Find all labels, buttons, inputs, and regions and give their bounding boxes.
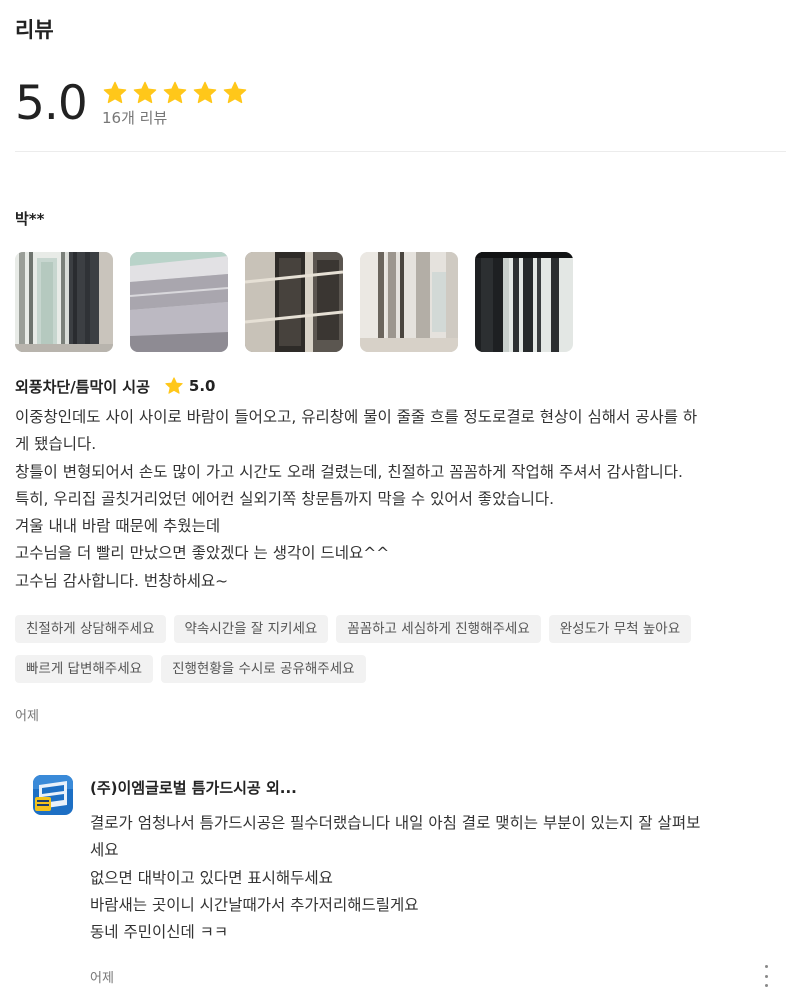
divider [15, 151, 786, 152]
review-tag: 꼼꼼하고 세심하게 진행해주세요 [336, 615, 541, 643]
review-text-line: 겨울 내내 바람 때문에 추웠는데 [15, 517, 221, 536]
more-vertical-icon[interactable] [762, 965, 770, 987]
review-photo[interactable] [15, 252, 113, 352]
review-photo[interactable] [245, 252, 343, 352]
review-text-line: 창틀이 변형되어서 손도 많이 가고 시간도 오래 걸렸는데, 친절하고 꼼꼼하… [15, 462, 683, 481]
review-rating: 5.0 [188, 377, 216, 395]
review-text-line: 고수님을 더 빨리 만났으면 좋았겠다 는 생각이 드네요^^ [15, 544, 390, 563]
review-text-line: 고수님 감사합니다. 번창하세요~ [15, 571, 229, 590]
review-photo[interactable] [475, 252, 573, 352]
reply-text-line: 결로가 엄청나서 틈가드시공은 필수더랬습니다 내일 아침 결로 맺히는 부분이… [90, 814, 701, 832]
review-page: 리뷰 5.0 16개 리뷰 박** 외풍차단/틈막이 시공 5.0 이중창인데도… [0, 0, 801, 992]
review-photo[interactable] [130, 252, 228, 352]
review-tag: 친절하게 상담해주세요 [15, 615, 166, 643]
section-title: 리뷰 [15, 18, 54, 42]
more-dot [764, 965, 768, 968]
pro-avatar[interactable] [33, 775, 73, 815]
star-icon [133, 81, 157, 104]
more-dot [764, 974, 768, 978]
review-text: 이중창인데도 사이 사이로 바람이 들어오고, 유리창에 물이 줄줄 흐를 정도… [15, 404, 785, 595]
service-rating: 외풍차단/틈막이 시공 5.0 [15, 376, 215, 396]
average-score: 5.0 [15, 76, 88, 131]
review-tag: 빠르게 답변해주세요 [15, 655, 154, 683]
star-icon [163, 81, 187, 104]
review-text-line: 특히, 우리집 골칫거리었던 에어컨 실외기쪽 창문틈까지 막을 수 있어서 좋… [15, 489, 555, 508]
review-tag: 완성도가 무척 높아요 [548, 615, 692, 643]
review-text-line: 이중창인데도 사이 사이로 바람이 들어오고, 유리창에 물이 줄줄 흐를 정도… [15, 408, 698, 426]
service-name: 외풍차단/틈막이 시공 [15, 377, 150, 396]
reply-text-line: 바람새는 곳이니 시간날때가서 추가저리해드릴게요 [90, 895, 419, 914]
star-icon [103, 81, 127, 104]
review-photo[interactable] [360, 252, 458, 352]
review-date: 어제 [15, 709, 39, 724]
star-icon [165, 377, 183, 394]
pro-name[interactable]: (주)이엠글로벌 틈가드시공 외... [90, 777, 297, 798]
review-text-line: 게 됐습니다. [15, 435, 97, 454]
more-dot [764, 984, 768, 987]
review-tags: 친절하게 상담해주세요 약속시간을 잘 지키세요 꼼꼼하고 세심하게 진행해주세… [15, 615, 785, 683]
reply-text-line: 동네 주민이신데 ㅋㅋ [90, 923, 229, 942]
review-photos [15, 252, 573, 352]
rating-stars [102, 80, 248, 106]
review-count: 16개 리뷰 [102, 109, 168, 127]
reply-text-line: 세요 [90, 841, 119, 860]
review-tag: 진행현황을 수시로 공유해주세요 [161, 655, 366, 683]
review-tag: 약속시간을 잘 지키세요 [173, 615, 329, 643]
star-icon [193, 81, 217, 104]
reviewer-name: 박** [15, 210, 45, 228]
star-icon [223, 81, 247, 104]
reply-text: 결로가 엄청나서 틈가드시공은 필수더랬습니다 내일 아침 결로 맺히는 부분이… [90, 810, 780, 946]
reply-date: 어제 [90, 971, 114, 986]
reply-text-line: 없으면 대박이고 있다면 표시해두세요 [90, 868, 333, 887]
